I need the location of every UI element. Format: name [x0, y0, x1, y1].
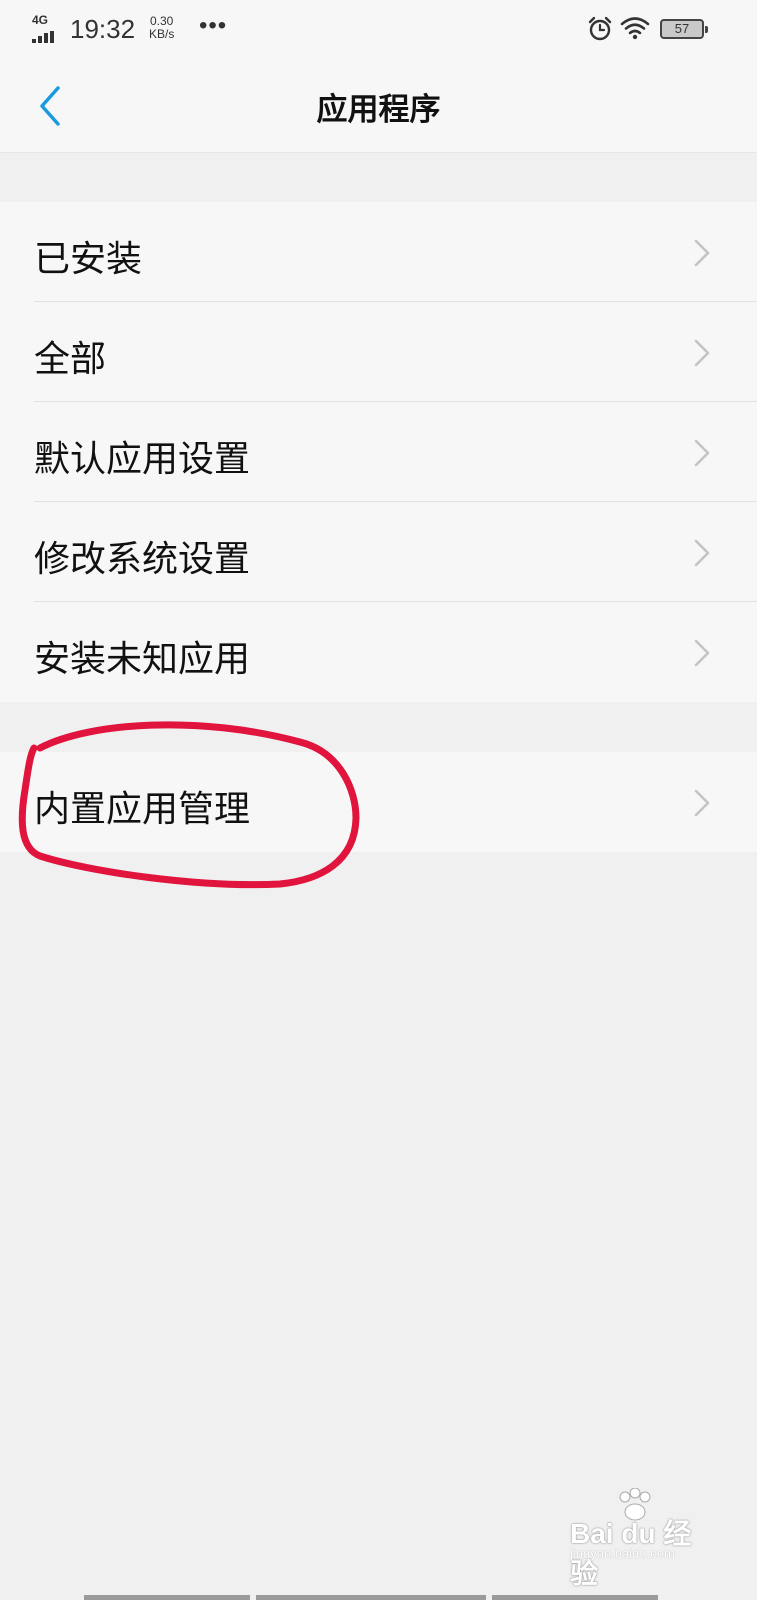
title-bar: 应用程序	[0, 60, 757, 153]
list-item-default-apps[interactable]: 默认应用设置	[0, 402, 757, 502]
chevron-right-icon	[694, 239, 710, 267]
nav-hint-center[interactable]	[256, 1595, 486, 1600]
list-item-label: 内置应用管理	[34, 789, 251, 830]
chevron-right-icon	[694, 339, 710, 367]
settings-list-builtin: 内置应用管理	[0, 752, 757, 852]
chevron-right-icon	[694, 439, 710, 467]
clock: 19:32	[70, 14, 136, 44]
list-item-label: 修改系统设置	[34, 539, 251, 580]
list-item-label: 默认应用设置	[34, 439, 251, 480]
status-bar: 4G 19:32 0.30 KB/s ••• 57	[0, 0, 757, 60]
list-item-installed[interactable]: 已安装	[0, 202, 757, 302]
network-type: 4G	[32, 13, 49, 27]
settings-list-main: 已安装 全部 默认应用设置 修改系统设置 安装未知应用	[0, 202, 757, 702]
nav-hint-right[interactable]	[492, 1595, 658, 1600]
list-item-label: 全部	[34, 339, 107, 380]
speed-unit: KB/s	[149, 27, 175, 41]
network-speed: 0.30 KB/s	[149, 15, 174, 41]
battery-level: 57	[674, 21, 690, 36]
list-item-label: 安装未知应用	[34, 639, 251, 680]
list-item-modify-system-settings[interactable]: 修改系统设置	[0, 502, 757, 602]
list-item-all[interactable]: 全部	[0, 302, 757, 402]
watermark-url: jingyan.baidu.com	[570, 1546, 675, 1561]
more-notifications-icon: •••	[199, 12, 228, 39]
chevron-right-icon	[694, 789, 710, 817]
nav-hint-left[interactable]	[84, 1595, 250, 1600]
list-item-install-unknown-apps[interactable]: 安装未知应用	[0, 602, 757, 702]
baidu-watermark: Bai du 经验 jingyan.baidu.com	[565, 1488, 715, 1589]
list-item-label: 已安装	[34, 239, 143, 280]
signal-icon: 4G	[32, 13, 56, 43]
page-title: 应用程序	[316, 92, 441, 128]
alarm-icon	[588, 16, 612, 41]
chevron-right-icon	[694, 639, 710, 667]
list-item-builtin-app-management[interactable]: 内置应用管理	[0, 752, 757, 852]
chevron-right-icon	[694, 539, 710, 567]
battery-icon: 57	[660, 19, 708, 39]
wifi-icon	[620, 17, 650, 40]
